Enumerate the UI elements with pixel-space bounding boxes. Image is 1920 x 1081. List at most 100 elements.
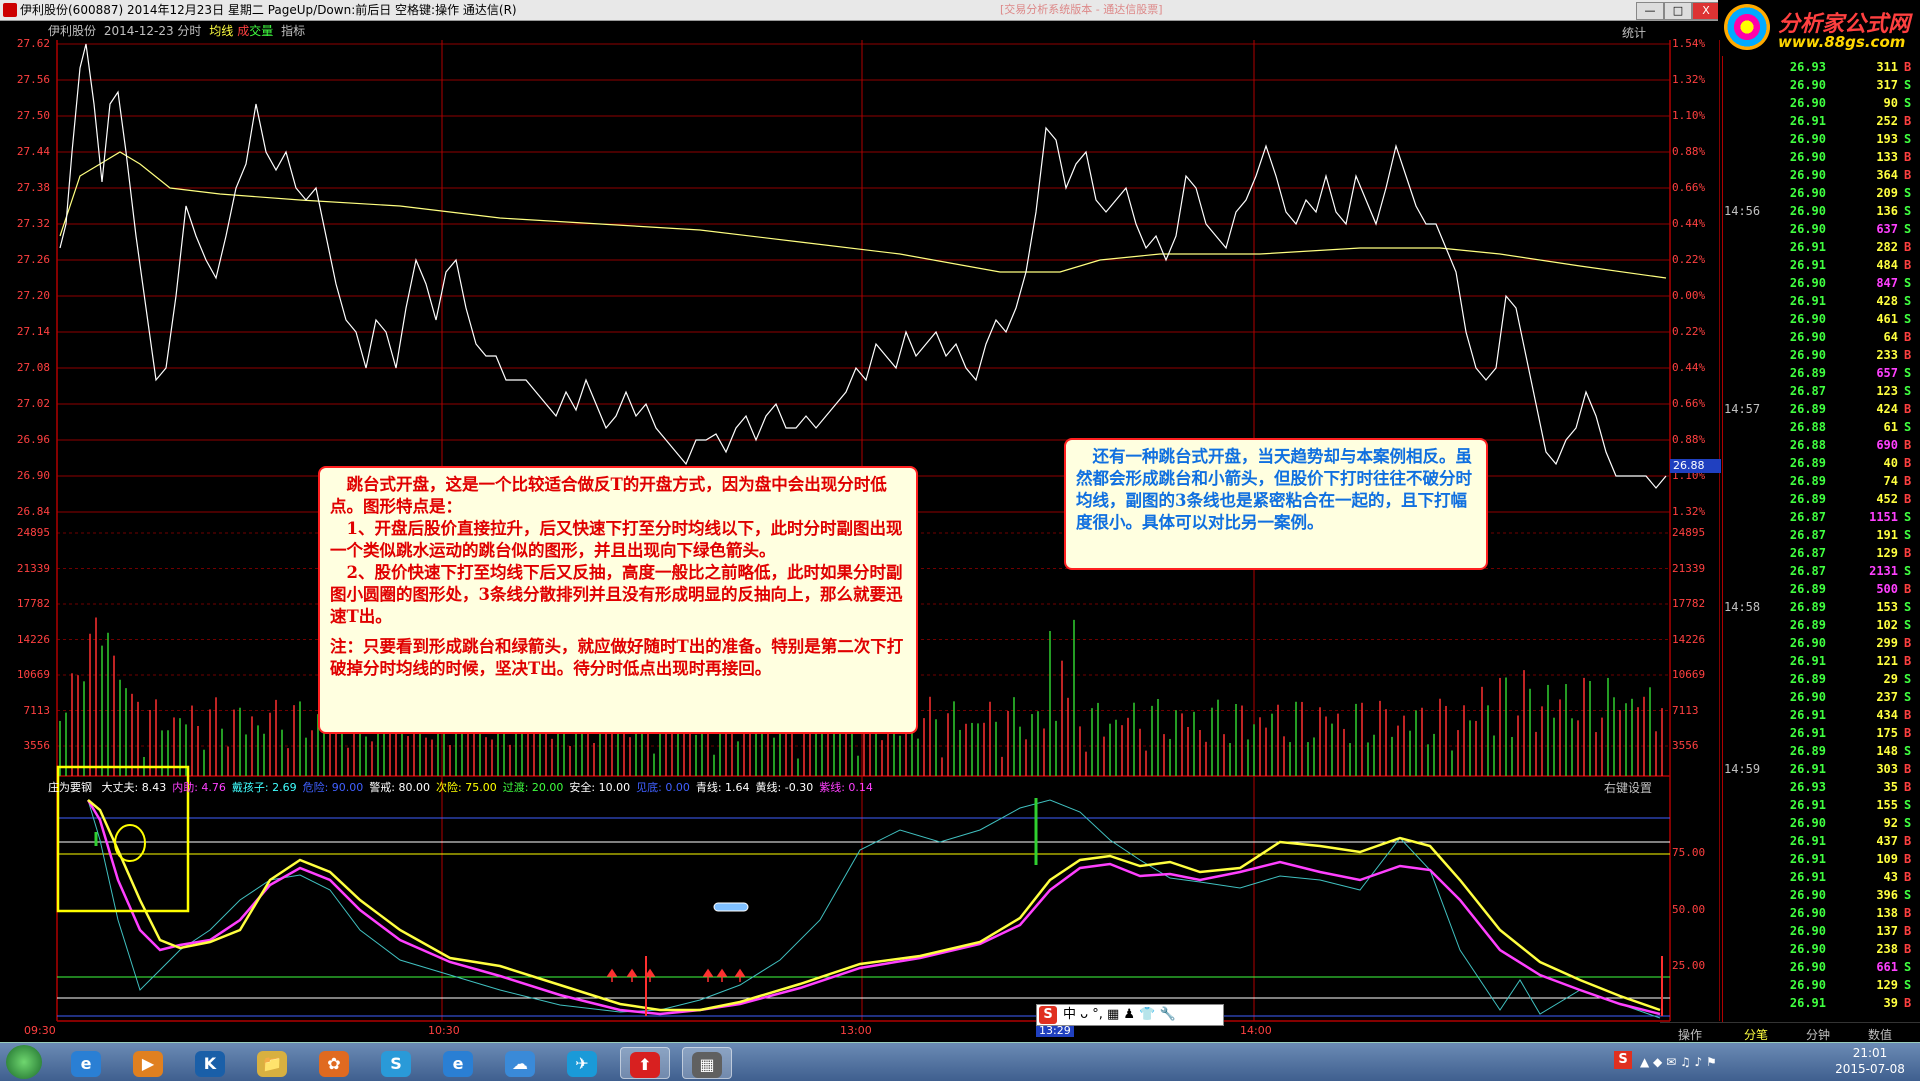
ie-icon[interactable]: e <box>62 1047 110 1077</box>
tick-volume: 299 <box>1876 636 1898 650</box>
tick-row[interactable]: 26.90 138 B <box>1722 906 1920 924</box>
tick-price: 26.90 <box>1789 924 1826 938</box>
tick-row[interactable]: 26.90 461 S <box>1722 312 1920 330</box>
tick-row[interactable]: 26.90 637 S <box>1722 222 1920 240</box>
tick-row[interactable]: 26.89 102 S <box>1722 618 1920 636</box>
tick-row[interactable]: 26.90 129 S <box>1722 978 1920 996</box>
tick-row[interactable]: 26.90 364 B <box>1722 168 1920 186</box>
tick-row[interactable]: 26.90 193 S <box>1722 132 1920 150</box>
tick-row[interactable]: 26.87 191 S <box>1722 528 1920 546</box>
tick-row[interactable]: 26.93 311 B <box>1722 60 1920 78</box>
tray-lang-icon[interactable]: S <box>1614 1051 1632 1069</box>
maximize-button[interactable]: □ <box>1664 2 1692 20</box>
k-icon[interactable]: K <box>186 1047 234 1077</box>
paint-icon[interactable]: ✿ <box>310 1047 358 1077</box>
tick-row[interactable]: 26.89 148 S <box>1722 744 1920 762</box>
tick-side: B <box>1904 438 1912 452</box>
tick-row[interactable]: 26.90 238 B <box>1722 942 1920 960</box>
tick-row[interactable]: 26.88 61 S <box>1722 420 1920 438</box>
indicator-level-label: 75.00 <box>1672 846 1706 859</box>
note1-p2: 1、开盘后股价直接拉升，后又快速下打至分时均线以下，此时分时副图出现一个类似跳水… <box>330 519 903 560</box>
tick-row[interactable]: 26.91 437 B <box>1722 834 1920 852</box>
tick-price: 26.89 <box>1789 582 1826 596</box>
tick-row[interactable]: 26.88 690 B <box>1722 438 1920 456</box>
tick-time: 14:56 <box>1724 204 1761 218</box>
start-button[interactable] <box>6 1045 42 1079</box>
media-icon[interactable]: ▶ <box>124 1047 172 1077</box>
tick-row[interactable]: 26.91 39 B <box>1722 996 1920 1014</box>
tick-row[interactable]: 26.89 500 B <box>1722 582 1920 600</box>
tick-side: B <box>1904 546 1912 560</box>
tab-minutes[interactable]: 分钟 <box>1806 1026 1830 1043</box>
tick-list[interactable]: 26.93 311 B 26.90 317 S 26.90 90 S 26.91 252 B 26.90… <box>1722 56 1920 1042</box>
ie2-icon[interactable]: e <box>434 1047 482 1077</box>
tick-price: 26.90 <box>1789 348 1826 362</box>
tick-row[interactable]: 26.91 252 B <box>1722 114 1920 132</box>
indicator-value-5: 次险: 75.00 <box>436 781 497 794</box>
tick-row[interactable]: 26.90 64 B <box>1722 330 1920 348</box>
ime-status[interactable]: 中 ᴗ °, ▦ ♟ 👕 🔧 <box>1063 1005 1176 1025</box>
stat-button[interactable]: 统计 <box>1622 24 1646 41</box>
tab-values[interactable]: 数值 <box>1868 1026 1892 1043</box>
tick-row[interactable]: 26.93 35 B <box>1722 780 1920 798</box>
tick-row[interactable]: 26.91 121 B <box>1722 654 1920 672</box>
tdx-icon[interactable]: ⬆ <box>620 1047 670 1079</box>
tick-row[interactable]: 26.91 43 B <box>1722 870 1920 888</box>
folder-icon[interactable]: 📁 <box>248 1047 296 1077</box>
tick-volume: 364 <box>1876 168 1898 182</box>
tick-row[interactable]: 26.91 484 B <box>1722 258 1920 276</box>
tick-row[interactable]: 26.89 29 S <box>1722 672 1920 690</box>
tick-row[interactable]: 26.90 237 S <box>1722 690 1920 708</box>
tick-row[interactable]: 26.87 123 S <box>1722 384 1920 402</box>
qq-icon[interactable]: ✈ <box>558 1047 606 1077</box>
tick-row[interactable]: 26.91 109 B <box>1722 852 1920 870</box>
tick-row[interactable]: 26.91 282 B <box>1722 240 1920 258</box>
tick-row[interactable]: 26.87 129 B <box>1722 546 1920 564</box>
chart-app-icon[interactable]: ▦ <box>682 1047 732 1079</box>
s-icon[interactable]: S <box>372 1047 420 1077</box>
system-clock[interactable]: 21:01 2015-07-08 <box>1822 1045 1918 1077</box>
tick-row[interactable]: 26.90 209 S <box>1722 186 1920 204</box>
tick-row[interactable]: 26.91 428 S <box>1722 294 1920 312</box>
tab-ticks[interactable]: 分笔 <box>1744 1026 1768 1043</box>
tick-row[interactable]: 26.90 233 B <box>1722 348 1920 366</box>
indicator-value-1: 内助: 4.76 <box>172 781 226 794</box>
cloud-icon[interactable]: ☁ <box>496 1047 544 1077</box>
tab-operation[interactable]: 操作 <box>1678 1026 1702 1043</box>
tick-row[interactable]: 26.91 155 S <box>1722 798 1920 816</box>
volume-tick-label: 21339 <box>16 561 50 575</box>
tick-row[interactable]: 26.90 299 B <box>1722 636 1920 654</box>
tick-row[interactable]: 26.89 74 B <box>1722 474 1920 492</box>
volume-label-b[interactable]: 交量 <box>249 24 273 38</box>
indicator-value-4: 警戒: 80.00 <box>369 781 431 794</box>
indicator-menu[interactable]: 指标 <box>281 24 305 38</box>
tick-row[interactable]: 26.90 137 B <box>1722 924 1920 942</box>
volume-label-a[interactable]: 成 <box>237 24 249 38</box>
close-button[interactable]: X <box>1692 2 1720 20</box>
note1-p1: 跳台式开盘，这是一个比较适合做反T的开盘方式，因为盘中会出现分时低点。图形特点是… <box>330 475 887 516</box>
avg-line-label[interactable]: 均线 <box>209 24 233 38</box>
tick-volume: 102 <box>1876 618 1898 632</box>
tick-row[interactable]: 26.87 2131 S <box>1722 564 1920 582</box>
tick-row[interactable]: 26.90 847 S <box>1722 276 1920 294</box>
indicator-name[interactable]: 庄为要钢 <box>48 781 92 794</box>
ime-toolbar[interactable]: S 中 ᴗ °, ▦ ♟ 👕 🔧 <box>1036 1004 1224 1026</box>
tick-row[interactable]: 26.91 175 B <box>1722 726 1920 744</box>
tray-icons[interactable]: ▲ ◆ ✉ ♫ ♪ ⚑ <box>1640 1055 1717 1069</box>
tick-row[interactable]: 26.90 317 S <box>1722 78 1920 96</box>
tick-row[interactable]: 26.90 661 S <box>1722 960 1920 978</box>
tick-row[interactable]: 26.89 657 S <box>1722 366 1920 384</box>
right-click-setting[interactable]: 右键设置 <box>1604 779 1652 796</box>
minimize-button[interactable]: — <box>1636 2 1664 20</box>
sogou-icon[interactable]: S <box>1039 1006 1057 1024</box>
tick-row[interactable]: 26.91 434 B <box>1722 708 1920 726</box>
tick-row[interactable]: 26.90 133 B <box>1722 150 1920 168</box>
tick-row[interactable]: 26.90 90 S <box>1722 96 1920 114</box>
tick-row[interactable]: 26.89 40 B <box>1722 456 1920 474</box>
tick-price: 26.89 <box>1789 744 1826 758</box>
tick-row[interactable]: 26.89 452 B <box>1722 492 1920 510</box>
tick-row[interactable]: 26.87 1151 S <box>1722 510 1920 528</box>
tick-volume: 2131 <box>1869 564 1898 578</box>
tick-row[interactable]: 26.90 396 S <box>1722 888 1920 906</box>
tick-row[interactable]: 26.90 92 S <box>1722 816 1920 834</box>
